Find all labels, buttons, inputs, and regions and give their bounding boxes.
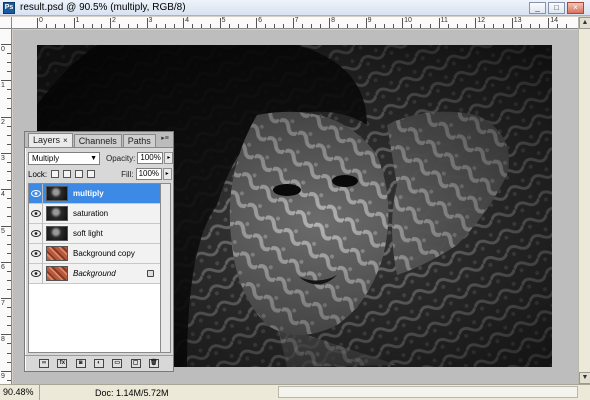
layer-name[interactable]: Background copy	[73, 249, 135, 258]
eye-icon[interactable]	[29, 184, 43, 204]
ruler-number: 1	[1, 82, 5, 90]
blend-mode-value: Multiply	[32, 153, 60, 163]
minimize-button[interactable]: _	[529, 2, 546, 14]
tab-layers-label: Layers	[33, 135, 61, 145]
group-icon[interactable]: ▭	[112, 359, 123, 368]
layer-row[interactable]: soft light	[29, 223, 160, 244]
vertical-ruler[interactable]: 0 1 2 3 4 5 6 7 8 9	[0, 29, 12, 384]
horizontal-ruler[interactable]: 0 1 2 3 4 5 6 7 8 9 10 11 12 13 14	[12, 17, 578, 29]
ruler-number: 2	[112, 17, 116, 24]
ruler-number: 5	[221, 17, 226, 24]
close-button[interactable]: ×	[567, 2, 584, 14]
ruler-number: 11	[440, 17, 448, 24]
ruler-number: 14	[550, 17, 559, 24]
trash-icon[interactable]: 🗑	[148, 359, 159, 368]
ruler-number: 9	[1, 372, 5, 380]
eye-icon[interactable]	[29, 223, 43, 244]
ruler-number: 9	[367, 17, 372, 24]
panel-menu-icon[interactable]: ▸≡	[160, 134, 170, 144]
panel-footer: ∞ fx ◙ ◐ ▭ ▢ 🗑	[25, 355, 173, 371]
ruler-number: 6	[1, 263, 5, 271]
adjustment-icon[interactable]: ◐	[93, 359, 104, 368]
zoom-level[interactable]: 90.48%	[0, 385, 40, 400]
fill-label: Fill:	[121, 169, 134, 179]
opacity-input[interactable]: 100%	[137, 152, 164, 164]
fx-icon[interactable]: fx	[57, 359, 68, 368]
lock-row: Lock: Fill: 100% ▸	[28, 166, 172, 182]
mask-icon[interactable]: ◙	[75, 359, 86, 368]
maximize-button[interactable]: □	[548, 2, 565, 14]
layers-list: multiply saturation soft light Background c…	[28, 183, 161, 353]
ruler-number: 8	[1, 336, 5, 344]
chevron-down-icon: ▼	[90, 154, 97, 162]
blend-mode-select[interactable]: Multiply ▼	[28, 151, 100, 165]
eye-icon[interactable]	[29, 203, 43, 224]
new-layer-icon[interactable]: ▢	[130, 359, 141, 368]
ruler-number: 1	[75, 17, 80, 24]
fill-slider-button[interactable]: ▸	[162, 168, 172, 180]
vertical-scrollbar[interactable]: ▲ ▼	[578, 17, 590, 384]
ruler-number: 6	[258, 17, 262, 24]
ruler-number: 3	[1, 154, 5, 162]
blend-row: Multiply ▼ Opacity: 100% ▸	[28, 150, 174, 166]
layer-name[interactable]: Background	[73, 269, 116, 278]
ruler-number: 4	[1, 191, 5, 199]
tab-paths-label: Paths	[127, 136, 151, 146]
lock-icon	[147, 270, 154, 277]
layer-row[interactable]: Background	[29, 263, 160, 284]
close-icon[interactable]: ×	[63, 136, 68, 145]
opacity-label: Opacity:	[106, 153, 136, 163]
layer-thumbnail[interactable]	[46, 266, 68, 281]
ruler-corner[interactable]	[0, 17, 12, 29]
layer-name[interactable]: soft light	[73, 229, 103, 238]
ruler-number: 10	[404, 17, 412, 24]
lock-label: Lock:	[28, 169, 48, 179]
lock-transparency-icon[interactable]	[51, 170, 60, 178]
layer-name[interactable]: saturation	[73, 209, 108, 218]
lock-position-icon[interactable]	[75, 170, 84, 178]
layers-panel: Layers × Channels Paths ▸≡ Multiply ▼ Opa…	[24, 131, 174, 372]
eye-icon[interactable]	[29, 263, 43, 284]
ruler-number: 7	[1, 300, 5, 308]
layer-row[interactable]: multiply	[29, 184, 160, 204]
layers-scrollbar[interactable]	[161, 183, 171, 353]
tab-channels-label: Channels	[78, 136, 117, 146]
window-title-bar: Ps result.psd @ 90.5% (multiply, RGB/8) …	[0, 0, 590, 16]
ruler-number: 8	[331, 17, 336, 24]
ruler-number: 0	[39, 17, 43, 24]
photoshop-icon: Ps	[3, 1, 15, 14]
ruler-number: 4	[185, 17, 189, 24]
ruler-number: 5	[1, 227, 5, 235]
layer-thumbnail[interactable]	[46, 226, 68, 241]
layer-name[interactable]: multiply	[73, 189, 104, 198]
layer-thumbnail[interactable]	[46, 246, 68, 261]
layer-row[interactable]: Background copy	[29, 243, 160, 264]
lock-all-icon[interactable]	[87, 170, 96, 178]
ruler-number: 3	[148, 17, 153, 24]
lock-pixels-icon[interactable]	[63, 170, 72, 178]
horizontal-scrollbar[interactable]	[278, 386, 578, 398]
document-size-info[interactable]: Doc: 1.14M/5.72M	[95, 388, 169, 398]
opacity-slider-button[interactable]: ▸	[164, 152, 174, 164]
ruler-number: 2	[1, 118, 5, 126]
ruler-number: 7	[294, 17, 299, 24]
tab-paths[interactable]: Paths	[122, 134, 156, 147]
layer-row[interactable]: saturation	[29, 203, 160, 224]
panel-tab-bar: Layers × Channels Paths ▸≡	[25, 132, 173, 148]
ruler-number: 13	[513, 17, 522, 24]
layer-thumbnail[interactable]	[46, 206, 68, 221]
ruler-number: 12	[477, 17, 485, 24]
scroll-up-icon[interactable]: ▲	[579, 17, 590, 29]
scroll-down-icon[interactable]: ▼	[579, 372, 590, 384]
tab-channels[interactable]: Channels	[73, 134, 122, 147]
window-title: result.psd @ 90.5% (multiply, RGB/8)	[20, 2, 186, 13]
link-icon[interactable]: ∞	[39, 359, 50, 368]
tab-layers[interactable]: Layers ×	[28, 133, 73, 147]
fill-input[interactable]: 100%	[135, 168, 162, 180]
layer-thumbnail[interactable]	[46, 186, 68, 201]
ruler-number: 0	[1, 46, 5, 53]
eye-icon[interactable]	[29, 243, 43, 264]
